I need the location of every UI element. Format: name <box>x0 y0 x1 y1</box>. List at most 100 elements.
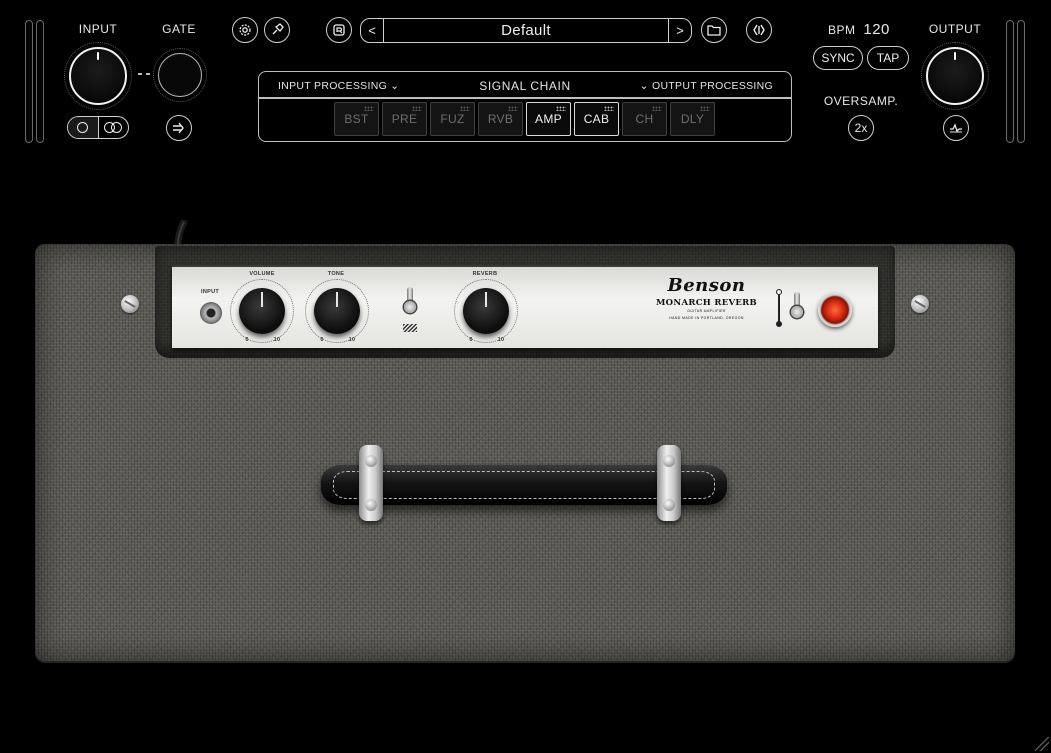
bright-switch[interactable] <box>404 287 416 317</box>
input-knob[interactable] <box>69 47 127 105</box>
input-meter-left-channel <box>25 20 33 143</box>
output-level-meter <box>1006 20 1026 143</box>
union-jack-badge <box>403 324 417 332</box>
oversampling-button[interactable]: 2x <box>848 115 874 141</box>
cabinet-screw-left <box>121 295 139 313</box>
reverb-min-label: 0 <box>469 337 473 343</box>
preset-manager-button[interactable] <box>326 17 352 43</box>
module-fuz-button[interactable]: FUZ <box>430 102 475 136</box>
standby-indicator <box>776 289 782 329</box>
mono-button[interactable] <box>68 117 99 138</box>
module-rvb-button[interactable]: RVB <box>478 102 523 136</box>
module-label: CAB <box>583 112 610 126</box>
output-meter-left-channel <box>1006 20 1014 143</box>
input-jack[interactable] <box>200 302 222 324</box>
input-label: INPUT <box>78 22 118 36</box>
volume-label: VOLUME <box>249 271 275 277</box>
tone-knob[interactable] <box>314 288 360 334</box>
preset-selector: < Default > <box>360 18 692 43</box>
mono-stereo-toggle[interactable] <box>67 116 129 139</box>
waveform-icon <box>950 123 962 133</box>
signal-chain-panel: INPUT PROCESSING ⌄ SIGNAL CHAIN ⌄ OUTPUT… <box>258 71 792 142</box>
output-knob[interactable] <box>926 47 984 105</box>
module-cab-button[interactable]: CAB <box>574 102 619 136</box>
signal-chain-modules: BST PRE FUZ RVB AMP CAB CH DLY <box>334 102 715 136</box>
module-label: BST <box>344 112 369 126</box>
output-label: OUTPUT <box>928 22 982 36</box>
reverb-label: REVERB <box>472 271 498 277</box>
module-dly-button[interactable]: DLY <box>670 102 715 136</box>
volume-min-label: 0 <box>245 337 249 343</box>
output-eq-button[interactable] <box>943 115 969 141</box>
amp-made-in: HAND MADE IN PORTLAND, OREGON <box>669 316 744 320</box>
stereo-icon <box>104 122 123 133</box>
volume-max-label: 10 <box>273 337 281 343</box>
reverb-max-label: 10 <box>497 337 505 343</box>
amp-subtitle: GUITAR AMPLIFIER <box>687 309 726 313</box>
power-switch[interactable] <box>791 292 803 322</box>
module-label: PRE <box>391 112 418 126</box>
oversampling-label: OVERSAMP. <box>823 94 899 108</box>
folder-icon <box>707 25 721 36</box>
settings-button[interactable] <box>232 17 258 43</box>
drag-grip-icon[interactable] <box>508 106 518 111</box>
module-ch-button[interactable]: CH <box>622 102 667 136</box>
module-bst-button[interactable]: BST <box>334 102 379 136</box>
drag-grip-icon[interactable] <box>460 106 470 111</box>
amp-control-panel: INPUT VOLUME 0 10 TONE 0 10 REVERB 0 10 … <box>172 265 878 348</box>
module-label: AMP <box>535 112 562 126</box>
pilot-light <box>818 293 852 327</box>
prev-preset-button[interactable]: < <box>360 18 384 43</box>
amp-brand: Benson <box>667 275 746 296</box>
drag-grip-icon[interactable] <box>412 106 422 111</box>
drag-grip-icon[interactable] <box>556 106 566 111</box>
module-label: DLY <box>680 112 705 126</box>
drag-grip-icon[interactable] <box>652 106 662 111</box>
logo-icon <box>753 24 765 36</box>
tap-tempo-button[interactable]: TAP <box>867 46 909 70</box>
stereo-button[interactable] <box>99 117 129 138</box>
bpm-display: BPM 120 <box>828 21 892 38</box>
sync-button[interactable]: SYNC <box>813 46 863 70</box>
amp-input-label: INPUT <box>201 289 219 295</box>
amp-logo: Benson MONARCH REVERB GUITAR AMPLIFIER H… <box>644 275 769 320</box>
bpm-label: BPM <box>828 23 856 37</box>
gear-icon <box>239 24 251 36</box>
gate-label: GATE <box>162 22 196 36</box>
input-meter-right-channel <box>36 20 44 143</box>
gate-mode-button[interactable] <box>166 115 192 141</box>
input-level-meter <box>25 20 45 143</box>
module-label: FUZ <box>440 112 465 126</box>
handle-bracket-right <box>657 445 681 521</box>
next-preset-button[interactable]: > <box>668 18 692 43</box>
resize-handle[interactable] <box>1035 737 1049 751</box>
output-processing-dropdown[interactable]: ⌄ OUTPUT PROCESSING <box>640 80 773 92</box>
drag-grip-icon[interactable] <box>604 106 614 111</box>
open-preset-folder-button[interactable] <box>701 17 727 43</box>
module-amp-button[interactable]: AMP <box>526 102 571 136</box>
drag-grip-icon[interactable] <box>700 106 710 111</box>
amp-cabinet: INPUT VOLUME 0 10 TONE 0 10 REVERB 0 10 … <box>35 244 1015 661</box>
amp-model: MONARCH REVERB <box>655 298 758 308</box>
module-pre-button[interactable]: PRE <box>382 102 427 136</box>
drag-grip-icon[interactable] <box>364 106 374 111</box>
preset-name[interactable]: Default <box>384 18 668 43</box>
bpm-value[interactable]: 120 <box>863 21 890 38</box>
brand-menu-button[interactable] <box>746 17 772 43</box>
gate-knob[interactable] <box>158 53 202 97</box>
tuner-button[interactable] <box>264 17 290 43</box>
module-label: RVB <box>487 112 514 126</box>
signal-chain-divider <box>259 97 791 99</box>
arrow-in-icon <box>173 122 184 134</box>
output-meter-right-channel <box>1017 20 1025 143</box>
volume-knob[interactable] <box>239 288 285 334</box>
cabinet-screw-right <box>911 295 929 313</box>
reverb-knob[interactable] <box>463 288 509 334</box>
tone-min-label: 0 <box>320 337 324 343</box>
mono-icon <box>77 122 89 133</box>
input-gate-link <box>138 73 150 75</box>
handle-bracket-left <box>359 445 383 521</box>
preset-icon <box>333 24 345 36</box>
tuning-fork-icon <box>272 23 284 35</box>
tone-max-label: 10 <box>348 337 356 343</box>
